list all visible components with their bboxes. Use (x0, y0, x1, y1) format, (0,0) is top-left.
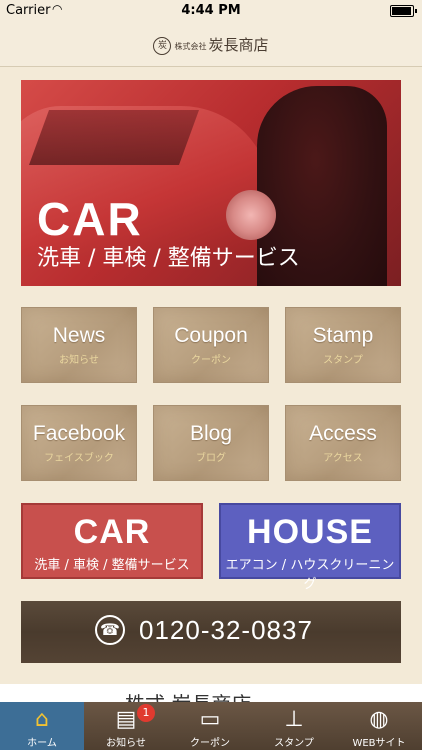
coupon-tile-subtitle: クーポン (191, 355, 231, 366)
blog-tile-subtitle: ブログ (196, 453, 226, 464)
tab-coupon[interactable]: ▭ クーポン (168, 702, 252, 750)
access-tile[interactable]: Access アクセス (285, 405, 401, 481)
tab-home[interactable]: ⌂ ホーム (0, 702, 84, 750)
tab-website[interactable]: ◍ WEBサイト (336, 702, 422, 750)
house-button-title: HOUSE (247, 513, 373, 551)
nav-bar: 炭株式会社 炭長商店 (0, 22, 422, 67)
tab-stamp[interactable]: ⊥ スタンプ (252, 702, 336, 750)
blog-tile-title: Blog (189, 422, 233, 445)
stamp-tile[interactable]: Stamp スタンプ (285, 307, 401, 383)
status-bar: Carrier ◠ 4:44 PM (0, 0, 422, 22)
brand-logo: 炭株式会社 炭長商店 (0, 34, 422, 55)
coupon-tile[interactable]: Coupon クーポン (153, 307, 269, 383)
phone-icon: ☎ (95, 615, 125, 645)
access-tile-subtitle: アクセス (323, 453, 363, 464)
facebook-tile-subtitle: フェイスブック (44, 453, 114, 464)
status-time: 4:44 PM (181, 3, 241, 18)
phone-call-button[interactable]: ☎ 0120-32-0837 (21, 601, 401, 663)
footer-logo-strip: 株式 炭長商店 (0, 684, 422, 702)
logo-text: 炭長商店 (208, 36, 269, 54)
globe-icon: ◍ (369, 707, 389, 732)
tab-stamp-label: スタンプ (274, 738, 314, 749)
news-tile-title: News (52, 324, 106, 347)
news-badge: 1 (137, 704, 155, 722)
house-service-button[interactable]: HOUSE エアコン / ハウスクリーニング (219, 503, 401, 592)
access-tile-title: Access (309, 422, 377, 445)
logo-small-text: 株式会社 (174, 41, 207, 51)
news-tile-subtitle: お知らせ (59, 355, 99, 366)
hero-banner-car[interactable]: CAR 洗車 / 車検 / 整備サービス (21, 80, 401, 286)
tab-website-label: WEBサイト (352, 738, 406, 749)
hero-subtitle: 洗車 / 車検 / 整備サービス (37, 246, 300, 271)
car-button-title: CAR (73, 513, 151, 551)
tab-news[interactable]: ▤ お知らせ (84, 702, 168, 750)
news-icon: ▤ (115, 707, 137, 732)
hero-car-window (28, 110, 200, 165)
news-tile[interactable]: News お知らせ (21, 307, 137, 383)
footer-logo-text: 株式 炭長商店 (125, 688, 251, 702)
tab-news-label: お知らせ (106, 738, 146, 749)
hero-title: CAR (37, 193, 143, 245)
facebook-tile[interactable]: Facebook フェイスブック (21, 405, 137, 481)
phone-number: 0120-32-0837 (139, 615, 313, 645)
blog-tile[interactable]: Blog ブログ (153, 405, 269, 481)
tab-coupon-label: クーポン (190, 738, 230, 749)
stamp-tile-title: Stamp (312, 324, 374, 347)
hero-polisher-image (226, 190, 276, 240)
stamp-tile-subtitle: スタンプ (323, 355, 363, 366)
coupon-tile-title: Coupon (174, 324, 248, 347)
car-button-subtitle: 洗車 / 車検 / 整備サービス (34, 558, 190, 573)
battery-icon (390, 5, 417, 17)
tab-bar: ⌂ ホーム ▤ お知らせ ▭ クーポン ⊥ スタンプ ◍ WEBサイト (0, 702, 422, 750)
home-icon: ⌂ (35, 707, 49, 732)
car-service-button[interactable]: CAR 洗車 / 車検 / 整備サービス (21, 503, 203, 579)
logo-mark-icon: 炭 (153, 37, 172, 55)
tab-home-label: ホーム (27, 738, 57, 749)
facebook-tile-title: Facebook (32, 422, 126, 445)
coupon-icon: ▭ (199, 707, 221, 732)
house-button-subtitle: エアコン / ハウスクリーニング (225, 558, 395, 592)
stamp-icon: ⊥ (284, 707, 304, 732)
